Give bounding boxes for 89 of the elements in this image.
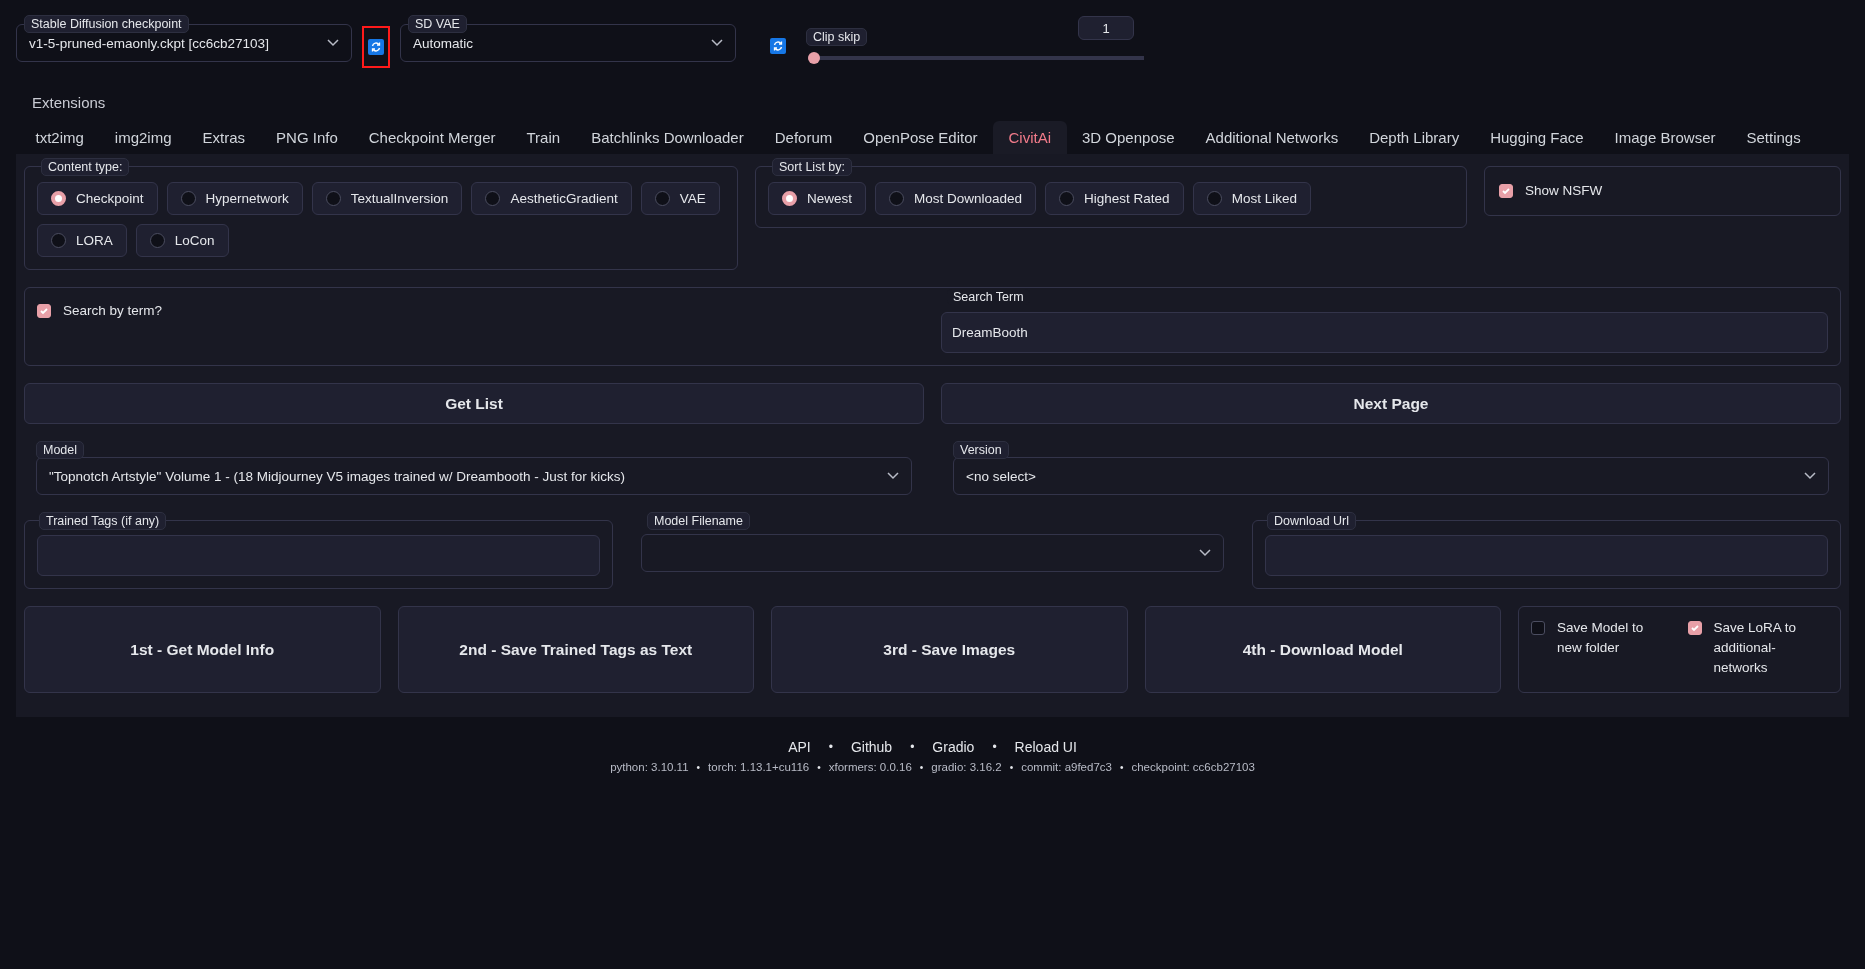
footer-link[interactable]: Github (850, 739, 893, 755)
separator-dot: • (992, 740, 997, 754)
version-info: commit: a9fed7c3 (1021, 761, 1112, 773)
model-dropdown[interactable]: <no select> (953, 457, 1829, 495)
tab[interactable]: Extras (187, 121, 261, 154)
chevron-down-icon (327, 39, 339, 47)
tab[interactable]: Settings (1730, 121, 1817, 154)
radio-option[interactable]: TextualInversion (311, 182, 463, 215)
search-field[interactable]: DreamBooth (941, 312, 1828, 353)
radio-option[interactable]: LORA (37, 224, 127, 257)
footer-link[interactable]: API (788, 739, 811, 755)
separator-dot: • (919, 761, 924, 773)
radio-option[interactable]: VAE (640, 182, 720, 215)
field-label: Model (36, 441, 85, 459)
checkmark-icon (1689, 623, 1700, 633)
radio-option[interactable]: AestheticGradient (471, 182, 632, 215)
section-heading: Extensions (31, 93, 107, 113)
version-info: gradio: 3.16.2 (931, 761, 1002, 773)
footer-link[interactable]: Gradio (932, 739, 975, 755)
chevron-down-icon (1199, 549, 1211, 557)
field-label: Model Filename (647, 512, 750, 530)
tab[interactable]: Hugging Face (1474, 121, 1600, 154)
field-label: Stable Diffusion checkpoint (24, 15, 189, 33)
field-label: SD VAE (408, 15, 467, 33)
radio-option[interactable]: Hypernetwork (166, 182, 303, 215)
checkmark-icon (1501, 186, 1511, 196)
refresh-icon (368, 39, 384, 55)
tab[interactable]: Checkpoint Merger (353, 121, 511, 154)
separator-dot: • (1119, 761, 1124, 773)
tab[interactable]: 3D Openpose (1066, 121, 1191, 154)
chevron-down-icon (711, 39, 723, 47)
tab[interactable]: Batchlinks Downloader (575, 121, 760, 154)
slider-thumb[interactable] (808, 52, 820, 64)
version-info: xformers: 0.0.16 (828, 761, 912, 773)
trained-tags-field[interactable] (37, 535, 600, 576)
checkmark-icon (39, 306, 49, 316)
tab[interactable]: PNG Info (260, 121, 354, 154)
tab[interactable]: Depth Library (1353, 121, 1475, 154)
field-label: Content type: (41, 158, 130, 176)
checkbox[interactable] (1531, 621, 1545, 635)
version-info: torch: 1.13.1+cu116 (708, 761, 810, 773)
footer-link[interactable]: Reload UI (1014, 739, 1077, 755)
tab[interactable]: CivitAi (993, 121, 1067, 154)
checkbox[interactable] (37, 304, 51, 318)
field-label: Sort List by: (772, 158, 852, 176)
refresh-button[interactable] (362, 26, 390, 68)
list-button[interactable]: Get List (24, 383, 924, 424)
list-button[interactable]: Next Page (941, 383, 1841, 424)
version-info: python: 3.10.11 (610, 761, 689, 773)
checkbox-label: Save LoRA to additional-networks (1713, 619, 1798, 677)
radio-option[interactable]: Newest (768, 182, 866, 215)
tab[interactable]: txt2img (20, 121, 100, 154)
checkbox[interactable] (1499, 184, 1513, 198)
field-label: Download Url (1267, 512, 1357, 530)
tab[interactable]: img2img (99, 121, 188, 154)
radio-option[interactable]: Most Liked (1192, 182, 1311, 215)
chevron-down-icon (887, 472, 899, 480)
action-button[interactable]: 3rd - Save Images (771, 606, 1128, 693)
radio-option[interactable]: Checkpoint (37, 182, 158, 215)
chevron-down-icon (1804, 472, 1816, 480)
separator-dot: • (828, 740, 833, 754)
refresh-button[interactable] (768, 36, 788, 56)
tab[interactable]: OpenPose Editor (847, 121, 993, 154)
tab[interactable]: Image Browser (1599, 121, 1731, 154)
action-button[interactable]: 2nd - Save Trained Tags as Text (397, 606, 754, 693)
download-url-field[interactable] (1265, 535, 1828, 576)
number-field[interactable]: 1 (1078, 16, 1134, 40)
separator-dot: • (817, 761, 821, 773)
radio-option[interactable]: Most Downloaded (875, 182, 1037, 215)
separator-dot: • (1009, 761, 1014, 773)
checkbox-label: Save Model to new folder (1557, 619, 1645, 657)
action-button[interactable]: 1st - Get Model Info (24, 606, 381, 693)
tab[interactable]: Train (511, 121, 576, 154)
refresh-icon (770, 38, 786, 54)
separator-dot: • (910, 740, 915, 754)
checkbox[interactable] (1687, 621, 1702, 635)
tab[interactable]: Deforum (759, 121, 848, 154)
model-dropdown[interactable]: "Topnotch Artstyle" Volume 1 - (18 Midjourney V5 images trained w/ Dreambooth - Just for kicks) (36, 457, 912, 495)
separator-dot: • (696, 761, 701, 773)
radio-option[interactable]: Highest Rated (1045, 182, 1184, 215)
radio-option[interactable]: LoCon (135, 224, 229, 257)
action-button[interactable]: 4th - Download Model (1144, 606, 1501, 693)
checkbox-label: Search by term? (63, 302, 163, 320)
checkbox-label: Show NSFW (1525, 182, 1603, 200)
tab[interactable]: Additional Networks (1190, 121, 1354, 154)
field-label: Trained Tags (if any) (39, 512, 167, 530)
version-info: checkpoint: cc6cb27103 (1131, 761, 1255, 773)
field-label: Clip skip (806, 28, 868, 46)
field-label: Version (953, 441, 1009, 459)
